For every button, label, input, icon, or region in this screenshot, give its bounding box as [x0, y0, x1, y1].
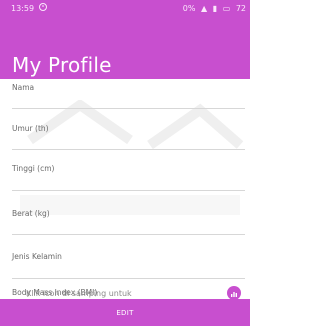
- field-label: Nama: [12, 83, 35, 92]
- field-nama[interactable]: Nama: [12, 83, 245, 109]
- battery-level: 72: [235, 4, 246, 13]
- page-title: My Profile: [12, 53, 112, 77]
- field-label: Tinggi (cm): [12, 164, 55, 173]
- field-label: Berat (kg): [12, 209, 50, 218]
- field-berat[interactable]: Berat (kg): [12, 209, 245, 235]
- status-bar: 13:59 0% ▲ ▮ ▭ 72: [0, 0, 250, 20]
- status-indicators: 0% ▲ ▮ ▭ 72: [180, 4, 246, 13]
- signal-icon: ▮: [212, 4, 218, 13]
- bottom-action-bar: EDIT: [0, 299, 250, 326]
- field-label: Umur (th): [12, 124, 49, 133]
- field-tinggi[interactable]: Tinggi (cm): [12, 164, 245, 191]
- bmi-calculator-icon[interactable]: [227, 286, 241, 300]
- field-umur[interactable]: Umur (th): [12, 124, 245, 150]
- wifi-icon: ▲: [201, 4, 208, 13]
- status-time: 13:59: [11, 4, 35, 13]
- data-usage-text: 0%: [182, 4, 196, 13]
- field-label: Jenis Kelamin: [12, 252, 62, 261]
- app-header: 13:59 0% ▲ ▮ ▭ 72 My Profile: [0, 0, 250, 79]
- bmi-hint-text: Klik icon di samping untuk: [26, 289, 132, 298]
- edit-button[interactable]: EDIT: [0, 299, 250, 326]
- alarm-icon: [39, 3, 47, 11]
- battery-icon: ▭: [222, 4, 231, 13]
- field-jenis-kelamin[interactable]: Jenis Kelamin: [12, 252, 245, 279]
